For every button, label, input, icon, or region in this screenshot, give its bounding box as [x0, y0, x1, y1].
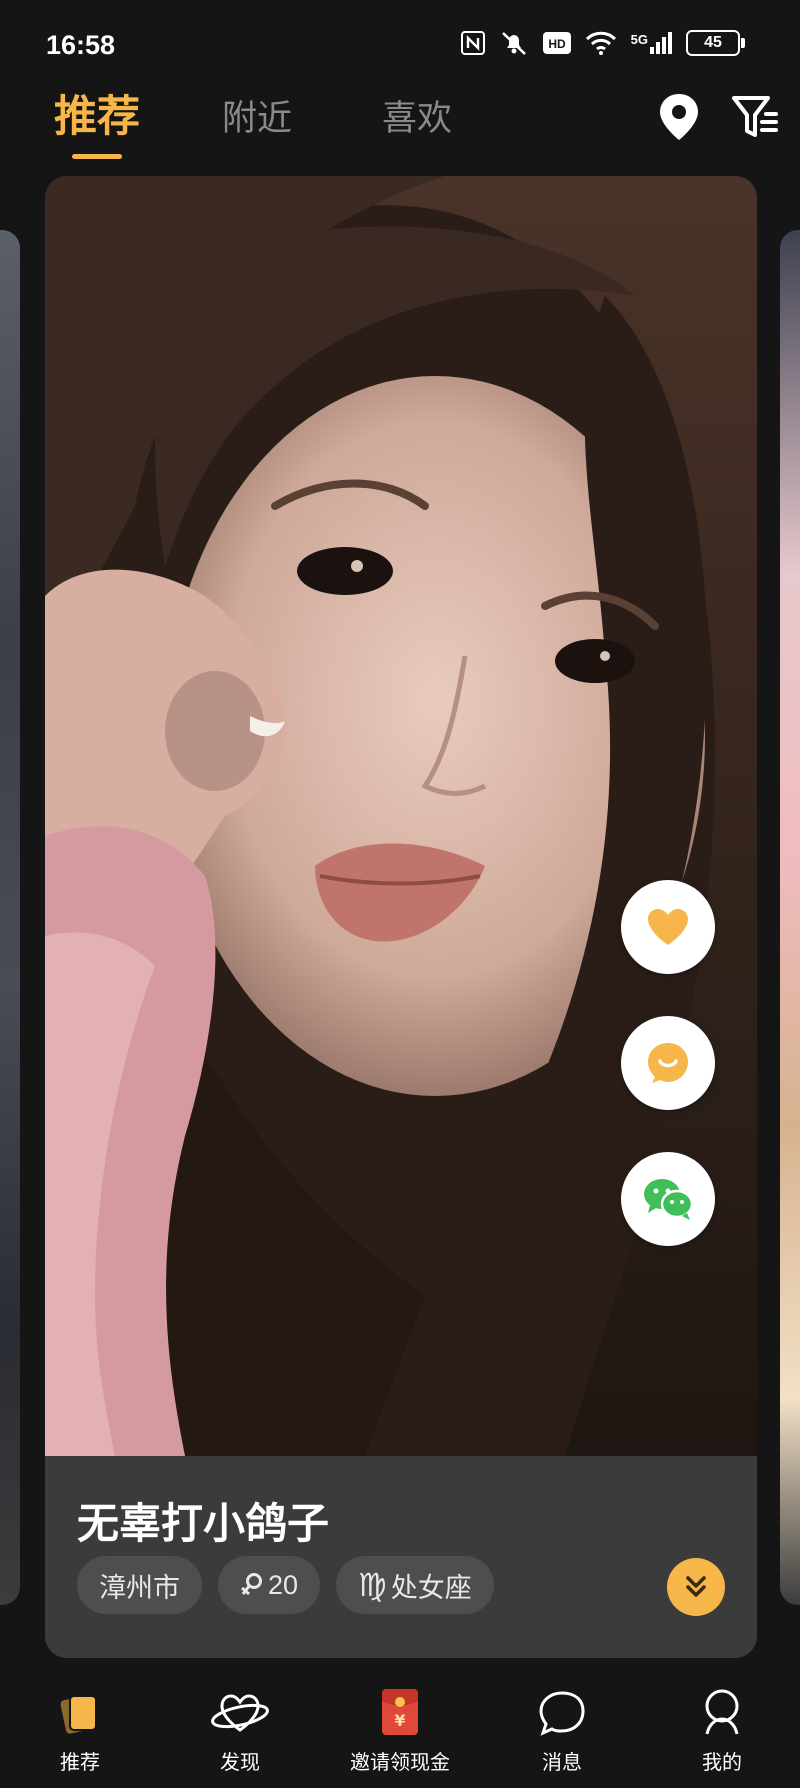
female-icon [241, 1573, 262, 1596]
expand-profile-button[interactable] [667, 1558, 725, 1616]
zodiac-tag: ♍ 处女座 [336, 1556, 494, 1614]
cards-icon [60, 1695, 97, 1734]
nav-invite-cash[interactable]: ¥ 邀请领现金 [330, 1680, 470, 1775]
location-pin-icon[interactable] [656, 92, 702, 142]
greet-button[interactable] [621, 1016, 715, 1110]
tab-nearby[interactable]: 附近 [222, 90, 292, 141]
like-button[interactable] [621, 880, 715, 974]
age-tag: 20 [218, 1556, 321, 1614]
svg-text:¥: ¥ [394, 1711, 405, 1730]
profile-card[interactable]: 无辜打小鸽子 漳州市 20 ♍ 处女座 [45, 176, 757, 1658]
signal-indicator: 5G [631, 32, 672, 54]
mute-icon [501, 32, 526, 55]
hd-icon: HD [542, 32, 571, 54]
network-label: 5G [630, 32, 648, 47]
bottom-nav: 推荐 发现 ¥ 邀请领现金 消息 我的 [0, 1680, 800, 1788]
svg-text:HD: HD [548, 37, 566, 51]
nav-recommend-label: 推荐 [60, 1752, 100, 1774]
profile-tags: 漳州市 20 ♍ 处女座 [77, 1556, 494, 1614]
city-label: 漳州市 [99, 1572, 180, 1603]
nav-profile[interactable]: 我的 [652, 1680, 792, 1775]
top-tab-bar: 推荐 附近 喜欢 [0, 82, 800, 172]
signal-icon [650, 32, 672, 54]
nav-invite-cash-label: 邀请领现金 [350, 1752, 450, 1774]
heart-icon [648, 909, 688, 945]
smile-chat-icon [648, 1043, 688, 1083]
virgo-icon: ♍ [358, 1566, 387, 1604]
nav-recommend[interactable]: 推荐 [10, 1680, 150, 1775]
profile-icon [705, 1689, 739, 1735]
tab-liked[interactable]: 喜欢 [382, 90, 452, 141]
nav-messages[interactable]: 消息 [492, 1680, 632, 1775]
wechat-button[interactable] [621, 1152, 715, 1246]
wechat-icon [644, 1179, 694, 1220]
previous-card-peek[interactable] [0, 230, 20, 1605]
nfc-icon [460, 31, 485, 55]
planet-heart-icon [211, 1694, 269, 1732]
wifi-icon [585, 31, 616, 55]
active-tab-indicator [72, 154, 122, 159]
nav-discover-label: 发现 [220, 1752, 260, 1774]
city-tag: 漳州市 [77, 1556, 202, 1614]
profile-info: 无辜打小鸽子 漳州市 20 ♍ 处女座 [45, 1456, 757, 1658]
red-envelope-icon: ¥ [382, 1689, 418, 1735]
nav-messages-label: 消息 [542, 1752, 582, 1774]
profile-nickname: 无辜打小鸽子 [77, 1500, 330, 1547]
nav-profile-label: 我的 [702, 1752, 742, 1774]
age-label: 20 [268, 1569, 299, 1600]
tab-recommend[interactable]: 推荐 [54, 82, 140, 144]
zodiac-label: 处女座 [390, 1572, 472, 1603]
status-icons: HD 5G 45 [460, 30, 745, 56]
double-chevron-down-icon [686, 1576, 706, 1597]
chat-bubble-icon [539, 1691, 585, 1736]
nav-discover[interactable]: 发现 [170, 1680, 310, 1775]
profile-photo[interactable] [45, 176, 757, 1456]
filter-icon[interactable] [730, 92, 780, 142]
next-card-peek[interactable] [780, 230, 800, 1605]
battery-icon: 45 [686, 30, 745, 56]
status-time: 16:58 [46, 30, 116, 60]
